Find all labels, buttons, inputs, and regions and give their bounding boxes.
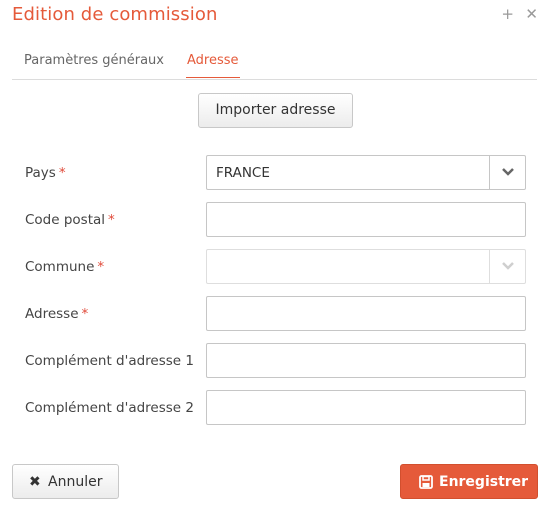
adresse-label: Adresse * (25, 306, 89, 322)
commune-select (206, 249, 526, 284)
dialog-title: Edition de commission (12, 4, 218, 25)
tab-address[interactable]: Adresse (186, 53, 240, 78)
plus-icon[interactable]: + (501, 5, 514, 23)
commune-dropdown-toggle (489, 250, 525, 283)
save-icon (419, 475, 433, 489)
adresse-input[interactable] (206, 296, 526, 331)
import-address-button[interactable]: Importer adresse (198, 93, 353, 128)
commune-label: Commune * (25, 259, 105, 275)
complement2-label: Complément d'adresse 2 (25, 400, 194, 416)
required-marker: * (97, 259, 105, 275)
save-button[interactable]: Enregistrer (400, 464, 538, 499)
complement2-input[interactable] (206, 390, 526, 425)
chevron-down-icon (502, 262, 514, 270)
required-marker: * (81, 306, 89, 322)
pays-value: FRANCE (216, 165, 270, 181)
tab-general-parameters[interactable]: Paramètres généraux (24, 53, 164, 77)
required-marker: * (108, 212, 115, 228)
complement1-input[interactable] (206, 343, 526, 378)
cancel-button[interactable]: ✖ Annuler (12, 464, 119, 499)
times-icon: ✖ (29, 474, 41, 490)
complement1-label: Complément d'adresse 1 (25, 353, 194, 369)
required-marker: * (58, 165, 66, 181)
chevron-down-icon (502, 168, 514, 176)
tab-bar: Paramètres généraux Adresse (12, 46, 537, 80)
pays-label: Pays * (25, 165, 66, 181)
pays-dropdown-toggle[interactable] (489, 156, 525, 189)
close-icon[interactable]: ✕ (525, 5, 538, 23)
code-postal-label: Code postal * (25, 212, 115, 228)
code-postal-input[interactable] (206, 202, 526, 237)
pays-select[interactable]: FRANCE (206, 155, 526, 190)
